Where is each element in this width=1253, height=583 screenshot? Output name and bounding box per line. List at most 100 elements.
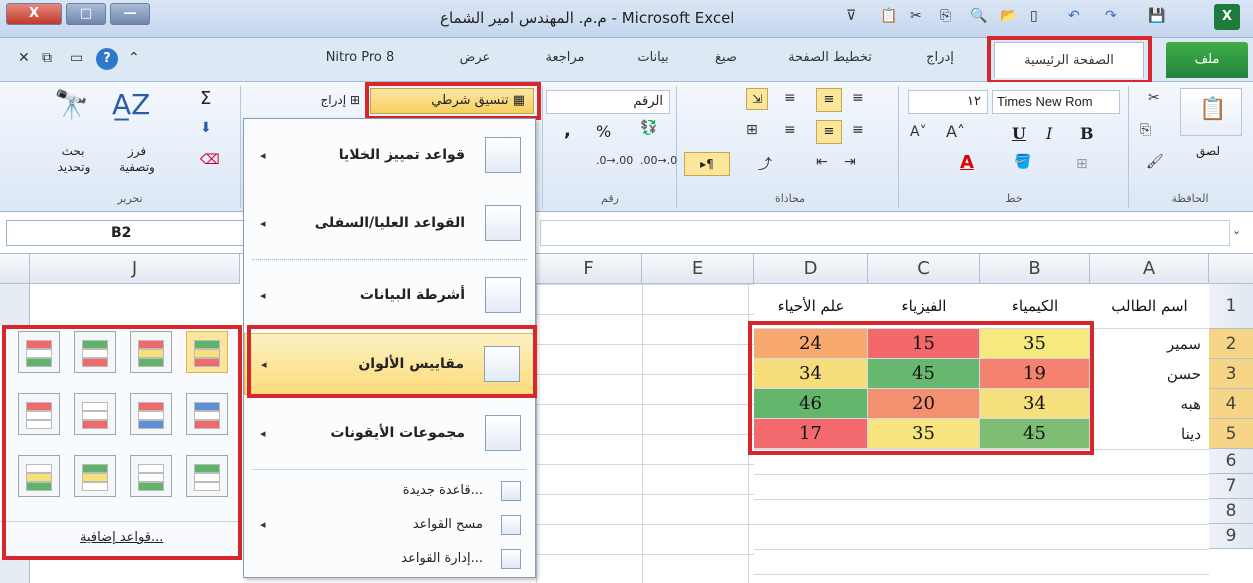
fill-color-icon[interactable]: 🪣	[1014, 154, 1031, 170]
column-header-E[interactable]: E	[642, 254, 754, 284]
row-header-6[interactable]: 6	[1209, 449, 1253, 474]
sort-filter-icon[interactable]: A̲Z	[112, 88, 150, 121]
row-header-2[interactable]: 2	[1209, 329, 1253, 359]
row-header-1[interactable]: 1	[1209, 284, 1253, 329]
fill-icon[interactable]: ⬇	[200, 120, 212, 136]
menu-item-clear-rules[interactable]: ◂ مسح القواعد	[244, 509, 535, 542]
column-header-scroll[interactable]	[0, 254, 30, 284]
decrease-decimal-icon[interactable]: .00→.0	[640, 154, 677, 167]
tab-formulas[interactable]: صيغ	[696, 44, 756, 72]
close-button[interactable]: X	[6, 3, 62, 25]
menu-item-icon-sets[interactable]: ◂ مجموعات الأيقونات	[244, 403, 535, 465]
rtl-button[interactable]: ▸¶	[684, 152, 730, 176]
paste-button[interactable]: 📋	[1180, 88, 1242, 136]
minimize-workbook-icon[interactable]: ▭	[70, 50, 83, 66]
copy-icon[interactable]: ⎘	[1140, 122, 1151, 138]
font-size-box[interactable]: ١٢	[908, 90, 988, 114]
find-select-label-1[interactable]: بحث	[48, 144, 98, 158]
tab-data[interactable]: بيانات	[618, 44, 688, 72]
select-all-corner[interactable]	[1209, 254, 1253, 284]
column-header-A[interactable]: A	[1090, 254, 1209, 284]
print-preview-icon[interactable]: 🔍	[970, 8, 987, 24]
underline-button[interactable]: U	[1012, 124, 1026, 143]
row-header-3[interactable]: 3	[1209, 359, 1253, 389]
cell-A4[interactable]: هبه	[1090, 389, 1209, 419]
format-painter-icon[interactable]: 🖌	[1146, 154, 1164, 170]
cell-A3[interactable]: حسن	[1090, 359, 1209, 389]
indent-icon[interactable]: ⇤	[816, 154, 828, 170]
save-icon[interactable]: 💾	[1148, 8, 1165, 24]
autosum-button[interactable]: Σ	[200, 88, 211, 109]
column-header-C[interactable]: C	[868, 254, 980, 284]
find-select-label-2[interactable]: وتحديد	[44, 160, 104, 174]
comma-button[interactable]: ,	[564, 120, 571, 141]
cut-icon[interactable]: ✂	[910, 8, 922, 24]
bold-button[interactable]: B	[1080, 124, 1094, 143]
copy-icon[interactable]: ⎘	[940, 8, 951, 24]
align-center-icon[interactable]: ≡	[816, 120, 842, 144]
menu-item-manage-rules[interactable]: إدارة القواعد...	[244, 543, 535, 576]
close-workbook-icon[interactable]: ✕	[18, 50, 30, 66]
new-icon[interactable]: ▯	[1030, 8, 1038, 24]
orientation-icon[interactable]: ⤴	[758, 154, 772, 174]
cell-A2[interactable]: سمير	[1090, 329, 1209, 359]
formula-input[interactable]	[540, 220, 1230, 246]
collapse-ribbon-icon[interactable]: ⌃	[128, 50, 140, 66]
borders-icon[interactable]: ⊞	[1076, 156, 1088, 172]
align-left-icon[interactable]: ≡	[784, 122, 796, 138]
help-icon[interactable]: ?	[96, 48, 118, 70]
merge-center-icon[interactable]: ⊞	[746, 122, 758, 138]
undo-icon[interactable]: ↶	[1068, 8, 1080, 24]
align-middle-icon[interactable]: ≡	[816, 88, 842, 112]
grow-font-icon[interactable]: A˄	[946, 122, 965, 141]
wrap-text-icon[interactable]: ⇲	[746, 88, 768, 110]
row-header-4[interactable]: 4	[1209, 389, 1253, 419]
empty-cells[interactable]	[536, 284, 754, 583]
insert-cells-button[interactable]: إدراج ⊞	[268, 90, 360, 112]
dropdown-icon[interactable]: ⊽	[846, 8, 856, 24]
clear-icon[interactable]: ⌫	[200, 152, 220, 168]
align-bottom-icon[interactable]: ≡	[852, 90, 864, 106]
sort-filter-label-1[interactable]: فرز	[112, 144, 162, 158]
currency-icon[interactable]: 💱	[640, 120, 657, 136]
tab-page-layout[interactable]: تخطيط الصفحة	[770, 44, 890, 72]
tab-file[interactable]: ملف	[1166, 42, 1248, 78]
expand-formula-icon[interactable]: ⌄	[1232, 224, 1241, 237]
menu-item-highlight-cells-rules[interactable]: ◂ قواعد تمييز الخلايا	[244, 125, 535, 187]
maximize-button[interactable]: □	[66, 3, 106, 25]
find-select-icon[interactable]: 🔭	[54, 88, 89, 121]
restore-workbook-icon[interactable]: ⧉	[42, 50, 52, 66]
tab-review[interactable]: مراجعة	[520, 44, 610, 72]
tab-insert[interactable]: إدراج	[900, 44, 980, 72]
sort-filter-label-2[interactable]: وتصفية	[100, 160, 174, 174]
column-header-B[interactable]: B	[980, 254, 1090, 284]
minimize-button[interactable]: —	[110, 3, 150, 25]
column-header-D[interactable]: D	[754, 254, 868, 284]
italic-button[interactable]: I	[1046, 124, 1052, 143]
cut-icon[interactable]: ✂	[1148, 90, 1160, 106]
align-right-icon[interactable]: ≡	[852, 122, 864, 138]
row-header-7[interactable]: 7	[1209, 474, 1253, 499]
cell-A1[interactable]: اسم الطالب	[1090, 284, 1209, 329]
redo-icon[interactable]: ↷	[1105, 8, 1117, 24]
paste-icon[interactable]: 📋	[880, 8, 897, 24]
open-icon[interactable]: 📂	[1000, 8, 1017, 24]
increase-decimal-icon[interactable]: .0→.00	[596, 154, 633, 167]
tab-view[interactable]: عرض	[440, 44, 510, 72]
empty-cells-lower[interactable]	[754, 449, 1209, 583]
column-header-J[interactable]: J	[30, 254, 240, 284]
menu-item-data-bars[interactable]: ◂ أشرطة البيانات	[244, 265, 535, 327]
cell-A5[interactable]: دينا	[1090, 419, 1209, 449]
shrink-font-icon[interactable]: A˅	[910, 124, 927, 140]
align-top-icon[interactable]: ≡	[784, 90, 796, 106]
font-color-icon[interactable]: A	[960, 152, 974, 173]
percent-button[interactable]: %	[596, 122, 611, 141]
number-format-box[interactable]: الرقم	[546, 90, 670, 114]
row-header-5[interactable]: 5	[1209, 419, 1253, 449]
row-header-9[interactable]: 9	[1209, 524, 1253, 549]
tab-nitro[interactable]: Nitro Pro 8	[300, 44, 420, 72]
menu-item-top-bottom-rules[interactable]: ◂ القواعد العليا/السفلى	[244, 193, 535, 255]
column-header-F[interactable]: F	[536, 254, 642, 284]
menu-item-new-rule[interactable]: قاعدة جديدة...	[244, 475, 535, 508]
row-header-8[interactable]: 8	[1209, 499, 1253, 524]
